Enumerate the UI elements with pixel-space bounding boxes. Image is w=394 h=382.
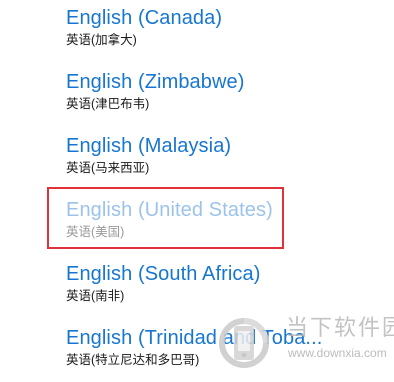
language-name: English (Malaysia) xyxy=(66,135,232,157)
watermark: 当下软件园 www.downxia.com xyxy=(208,306,394,382)
language-item-en-za[interactable]: English (South Africa) 英语(南非) xyxy=(66,261,366,311)
language-native-name: 英语(加拿大) xyxy=(66,33,137,47)
highlight-box xyxy=(47,187,284,249)
language-name: English (Zimbabwe) xyxy=(66,71,245,93)
language-native-name: 英语(南非) xyxy=(66,289,125,303)
language-name: English (South Africa) xyxy=(66,263,261,285)
language-native-name: 英语(马来西亚) xyxy=(66,161,150,175)
watermark-title: 当下软件园 xyxy=(286,316,394,341)
language-item-en-ca[interactable]: English (Canada) 英语(加拿大) xyxy=(66,5,366,55)
language-name: English (Canada) xyxy=(66,7,223,29)
language-item-en-zw[interactable]: English (Zimbabwe) 英语(津巴布韦) xyxy=(66,69,366,119)
watermark-url: www.downxia.com xyxy=(288,346,387,360)
downxia-logo-icon xyxy=(219,318,269,368)
language-native-name: 英语(津巴布韦) xyxy=(66,97,150,111)
language-item-en-my[interactable]: English (Malaysia) 英语(马来西亚) xyxy=(66,133,366,183)
